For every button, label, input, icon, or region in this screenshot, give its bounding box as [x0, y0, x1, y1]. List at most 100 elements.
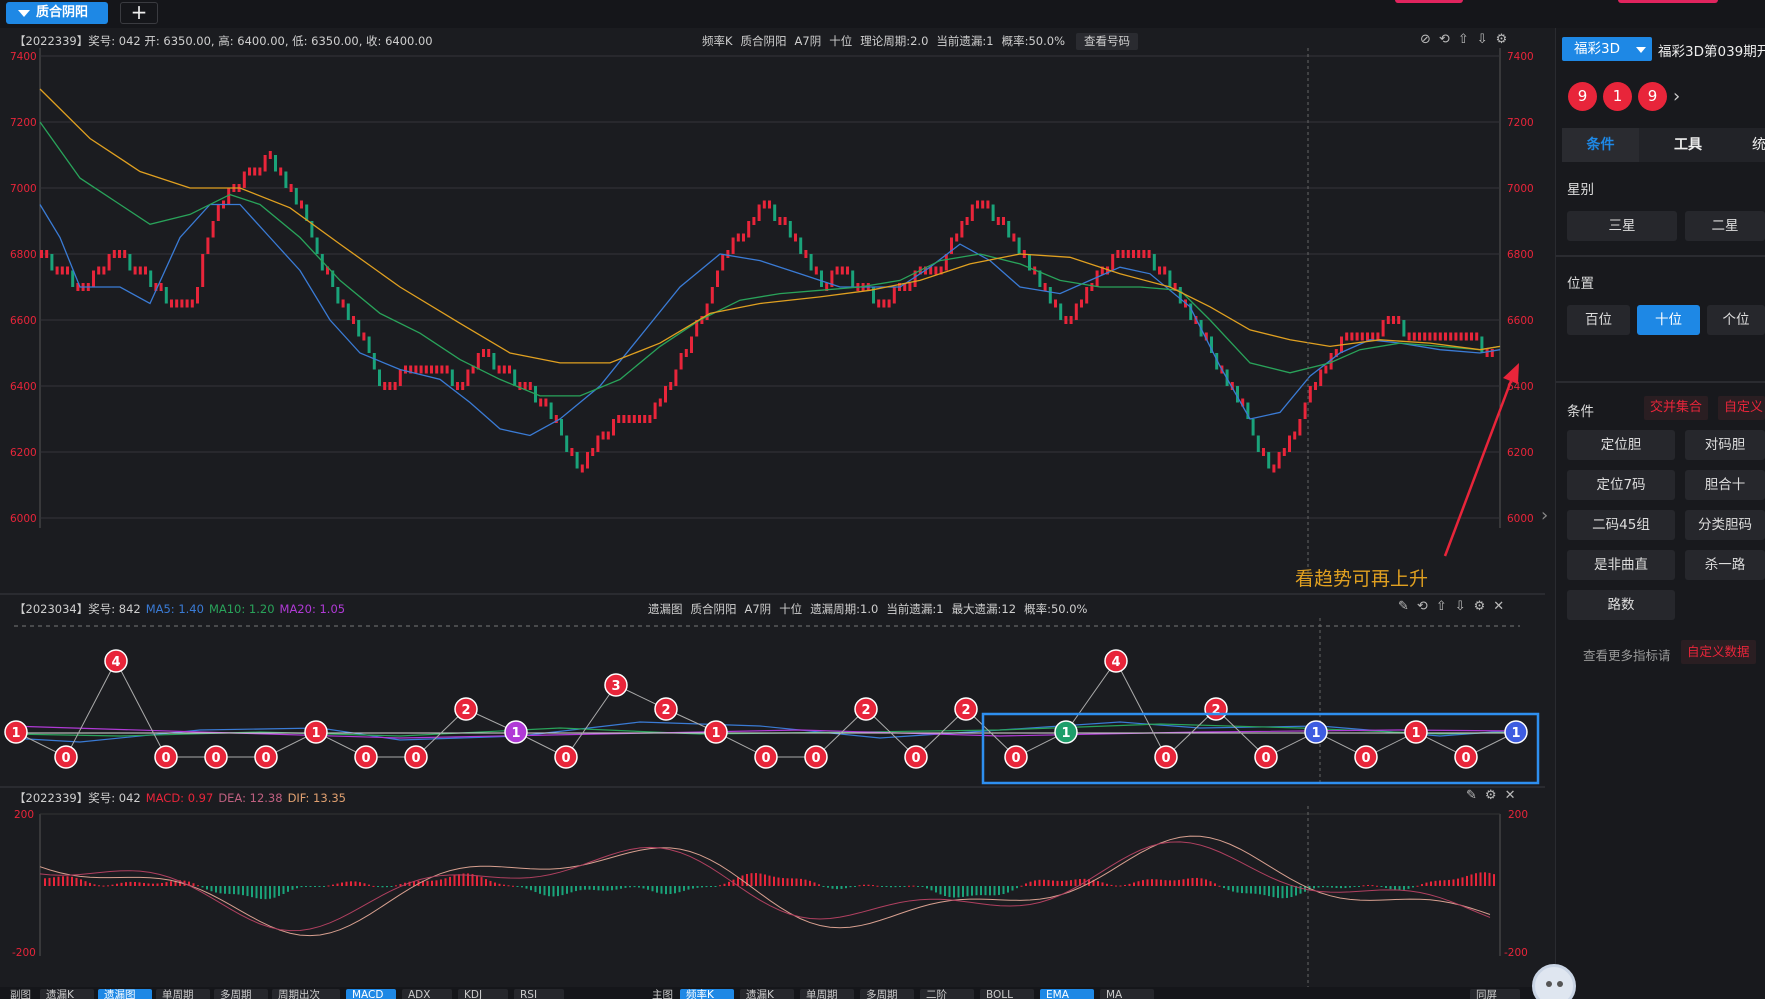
- bottom-tab[interactable]: EMA: [1040, 989, 1094, 999]
- condition-button[interactable]: 路数: [1567, 590, 1675, 620]
- custom-data-button[interactable]: 自定义数据: [1681, 640, 1756, 664]
- settings-icon[interactable]: ⚙: [1474, 599, 1486, 614]
- condition-button[interactable]: 分类胆码: [1685, 510, 1765, 540]
- move-up-icon[interactable]: ⇧: [1436, 599, 1447, 614]
- tab-tools[interactable]: 工具: [1648, 128, 1728, 162]
- chevron-right-icon[interactable]: ›: [1673, 86, 1680, 107]
- candle: [378, 369, 381, 386]
- reset-icon[interactable]: ⊘: [1420, 32, 1431, 47]
- bottom-tab[interactable]: 频率K: [680, 989, 734, 999]
- candle: [669, 382, 673, 390]
- collapse-panel-icon[interactable]: ›: [1541, 505, 1548, 526]
- position-units-button[interactable]: 个位: [1707, 305, 1765, 335]
- bottom-tab[interactable]: BOLL: [980, 989, 1034, 999]
- omission-value: 0: [561, 751, 570, 766]
- pin-icon[interactable]: ✎: [1398, 599, 1409, 614]
- macd-ytick-right: 200: [1508, 809, 1528, 821]
- same-screen-tab[interactable]: 同屏: [1470, 989, 1520, 999]
- condition-button[interactable]: 对码胆: [1685, 430, 1765, 460]
- macd-bar: [683, 886, 685, 891]
- macd-bar: [1101, 882, 1104, 886]
- bottom-tab[interactable]: 遗漏K: [40, 989, 94, 999]
- candle: [1111, 254, 1115, 271]
- condition-button[interactable]: 定位胆: [1567, 430, 1675, 460]
- macd-bar: [1187, 878, 1189, 886]
- kline-chart[interactable]: 看趋势可再上升 7400 7200 7000 6800 6600 6400 6200 6000…: [0, 48, 1545, 590]
- tab-conditions[interactable]: 条件: [1562, 128, 1639, 162]
- omission-value: 0: [811, 751, 820, 766]
- tab-selector[interactable]: 质合阴阳: [6, 2, 108, 24]
- candle: [1090, 283, 1094, 291]
- candle: [466, 369, 470, 386]
- condition-button[interactable]: 二码45组: [1567, 510, 1675, 540]
- macd-bar: [138, 882, 141, 886]
- macd-bar: [1479, 872, 1482, 886]
- move-up-icon[interactable]: ⇧: [1458, 32, 1469, 47]
- omission-value: 1: [311, 726, 320, 741]
- bottom-tab[interactable]: 二阶: [920, 989, 974, 999]
- bottom-tab[interactable]: 单周期: [800, 989, 854, 999]
- bottom-tab[interactable]: ADX: [402, 989, 452, 999]
- rotate-icon[interactable]: ⟲: [1439, 32, 1450, 47]
- macd-bar: [1250, 886, 1252, 894]
- candle: [648, 415, 652, 423]
- condition-button[interactable]: 定位7码: [1567, 470, 1675, 500]
- condition-button[interactable]: 杀一路: [1685, 550, 1765, 580]
- bottom-tab[interactable]: MA: [1100, 989, 1154, 999]
- candle: [690, 336, 693, 353]
- candle: [263, 155, 267, 172]
- position-tens-button[interactable]: 十位: [1637, 305, 1700, 335]
- rotate-icon[interactable]: ⟲: [1417, 599, 1428, 614]
- close-icon[interactable]: ✕: [1505, 788, 1516, 803]
- close-icon[interactable]: ✕: [1493, 599, 1504, 614]
- candle: [248, 167, 251, 176]
- macd-bar: [543, 886, 546, 896]
- union-set-tag[interactable]: 交并集合: [1644, 396, 1709, 420]
- macd-bar: [845, 886, 847, 889]
- lottery-select[interactable]: 福彩3D: [1562, 37, 1652, 61]
- macd-bar: [1151, 879, 1153, 886]
- star-two-button[interactable]: 二星: [1685, 211, 1765, 241]
- move-down-icon[interactable]: ⇩: [1477, 32, 1488, 47]
- bottom-tab[interactable]: 遗漏K: [740, 989, 794, 999]
- candle: [1444, 332, 1447, 341]
- bottom-tab[interactable]: 多周期: [214, 989, 268, 999]
- macd-bar: [687, 886, 690, 890]
- custom-tag[interactable]: 自定义: [1718, 396, 1765, 420]
- candle: [1116, 250, 1120, 258]
- star-three-button[interactable]: 三星: [1567, 211, 1677, 241]
- macd-bar: [264, 886, 267, 900]
- bottom-tab[interactable]: 单周期: [156, 989, 210, 999]
- move-down-icon[interactable]: ⇩: [1455, 599, 1466, 614]
- bottom-tab[interactable]: 周期出次: [272, 989, 340, 999]
- position-hundreds-button[interactable]: 百位: [1567, 305, 1630, 335]
- bottom-tab[interactable]: 多周期: [860, 989, 914, 999]
- settings-icon[interactable]: ⚙: [1485, 788, 1497, 803]
- bottom-tab[interactable]: RSI: [514, 989, 564, 999]
- candle: [944, 254, 948, 271]
- macd-chart[interactable]: 200 -200 200 -200: [0, 806, 1545, 987]
- macd-bar: [1241, 886, 1243, 894]
- candle: [419, 365, 423, 374]
- macd-bar: [1110, 884, 1113, 886]
- candle: [1288, 435, 1291, 452]
- macd-bar: [197, 885, 199, 887]
- settings-icon[interactable]: ⚙: [1496, 32, 1508, 47]
- macd-bar: [975, 886, 978, 896]
- condition-button[interactable]: 是非曲直: [1567, 550, 1675, 580]
- omission-value: 0: [1361, 751, 1370, 766]
- pin-icon[interactable]: ✎: [1466, 788, 1477, 803]
- bottom-tab[interactable]: 遗漏图: [98, 989, 152, 999]
- omission-chart[interactable]: 1 0 4 0 0 0 1 0 0 2 1 0 3 2 1 0 0 2 0 2 0 1 4 0 2 0 1 0 1 0 1: [0, 618, 1545, 786]
- ball: 9: [1568, 82, 1597, 111]
- candle: [456, 382, 459, 390]
- bottom-tab[interactable]: KDJ: [458, 989, 508, 999]
- add-tab-button[interactable]: +: [120, 2, 158, 24]
- macd-controls: ✎ ⚙ ✕: [1466, 788, 1515, 803]
- kline-ytick-right: 6600: [1507, 315, 1534, 327]
- candle: [352, 316, 355, 324]
- condition-button[interactable]: 胆合十: [1685, 470, 1765, 500]
- candle: [638, 415, 641, 423]
- tab-stats[interactable]: 统: [1752, 128, 1765, 162]
- bottom-tab[interactable]: MACD: [346, 989, 396, 999]
